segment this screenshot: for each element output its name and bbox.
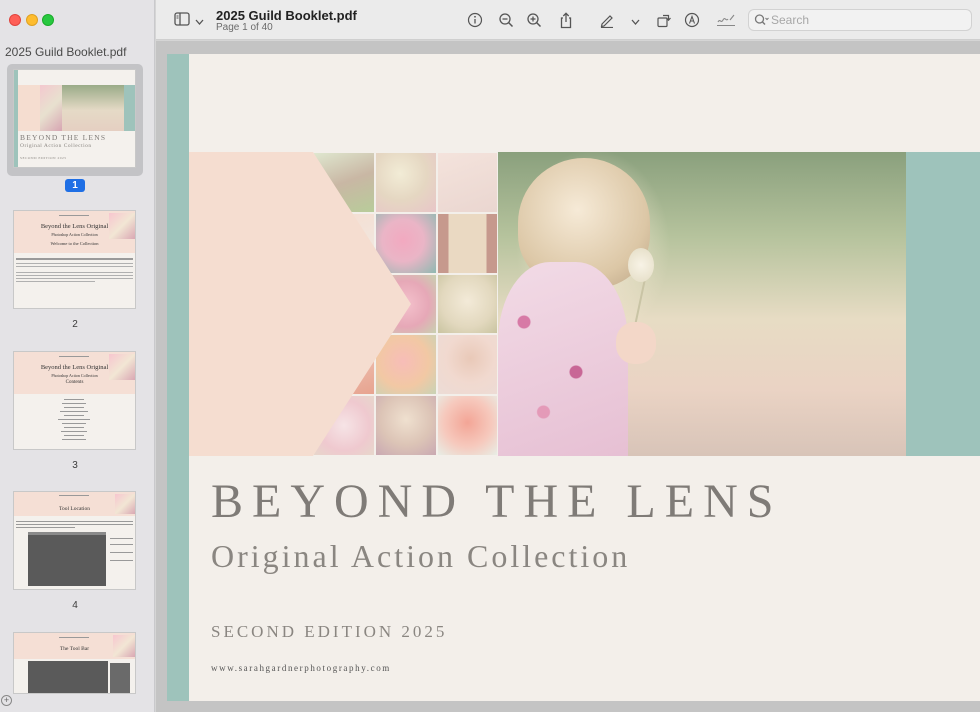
thumb-text-line (110, 552, 133, 553)
thumb-toc-line (64, 427, 84, 428)
thumb-subtitle: Photoshop Action Collection (51, 373, 98, 378)
thumbnail-page-number: 4 (72, 600, 78, 611)
thumb-teal-block (124, 85, 135, 131)
add-page-icon[interactable]: + (1, 695, 12, 706)
thumb-text-line (16, 527, 75, 528)
thumb-text-line (110, 544, 133, 545)
thumb-toc-line (62, 439, 86, 440)
minimize-window-button[interactable] (26, 14, 38, 26)
photo-flower-head (628, 248, 654, 282)
thumb-title: BEYOND THE LENS (20, 133, 107, 142)
thumb-rule (59, 356, 89, 357)
mosaic-tile (437, 334, 498, 396)
thumb-text-line (16, 278, 133, 279)
thumb-text-line (16, 258, 133, 260)
thumb-toc-line (58, 419, 90, 420)
thumb-heading: Welcome to the Collection (50, 241, 99, 246)
thumbnail-sidebar: 2025 Guild Booklet.pdf BEYOND THE LENS O… (0, 0, 155, 712)
thumb-edition: SECOND EDITION 2025 (20, 156, 67, 160)
cover-edition: SECOND EDITION 2025 (211, 622, 448, 641)
zoom-in-icon[interactable] (526, 12, 542, 28)
thumbnail-page-2[interactable]: Beyond the Lens Original Photoshop Actio… (14, 211, 135, 308)
thumbnail-page-1[interactable]: BEYOND THE LENS Original Action Collecti… (14, 70, 135, 167)
thumb-toc-line (62, 403, 86, 404)
thumb-toc-line (62, 423, 86, 424)
mosaic-tile (437, 212, 498, 274)
thumb-text-line (16, 281, 95, 282)
thumb-toc-line (61, 431, 87, 432)
thumb-screenshot (28, 534, 106, 586)
photo-girl-hand (616, 322, 656, 364)
photo-girl-dress (498, 262, 628, 456)
sidebar-document-title: 2025 Guild Booklet.pdf (5, 45, 127, 59)
thumbnail-page-5[interactable]: The Tool Bar (14, 633, 135, 693)
thumb-rule (59, 215, 89, 216)
mosaic-tile (437, 152, 498, 213)
teal-margin-strip (167, 54, 189, 701)
thumb-title: Beyond the Lens Original (40, 364, 109, 371)
thumb-text-line (16, 524, 133, 525)
thumb-title: Beyond the Lens Original (40, 223, 109, 230)
thumb-text-line (16, 263, 133, 264)
thumb-heading: Tool Location (59, 506, 90, 512)
thumb-subtitle: Original Action Collection (20, 143, 92, 149)
thumbnail-page-4[interactable]: Tool Location (14, 492, 135, 589)
thumb-text-line (16, 521, 133, 522)
close-window-button[interactable] (9, 14, 21, 26)
markup-icon[interactable] (684, 12, 700, 28)
thumb-text-line (110, 538, 133, 539)
thumb-text-line (16, 266, 133, 267)
blush-panel (189, 152, 313, 456)
thumb-toc-line (64, 435, 84, 436)
rotate-icon[interactable] (656, 12, 672, 28)
thumb-screenshot (28, 661, 108, 693)
thumb-text-line (16, 272, 133, 273)
thumbnail-page-number: 2 (72, 319, 78, 330)
toolbar: 2025 Guild Booklet.pdf Page 1 of 40 (156, 0, 980, 40)
cover-website: www.sarahgardnerphotography.com (211, 663, 391, 673)
thumb-screenshot-bar (28, 532, 106, 535)
thumb-toc-line (60, 411, 88, 412)
thumb-heading: The Tool Bar (59, 646, 90, 652)
thumb-rule (59, 637, 89, 638)
highlight-pen-icon[interactable] (599, 12, 615, 29)
sign-icon[interactable] (716, 12, 736, 28)
share-icon[interactable] (558, 12, 574, 29)
teal-accent-block (906, 152, 980, 456)
thumb-toc-line (64, 407, 84, 408)
thumb-photo (62, 85, 124, 131)
chevron-down-icon[interactable] (630, 12, 640, 28)
thumb-screenshot-panel (110, 663, 130, 693)
cover-photo-girl-with-flowers (498, 152, 906, 456)
chevron-down-icon[interactable] (194, 12, 204, 28)
thumb-mosaic (40, 85, 62, 131)
cover-title: BEYOND THE LENS (211, 475, 783, 528)
document-title: 2025 Guild Booklet.pdf (216, 8, 357, 23)
sidebar-toggle-icon[interactable] (174, 12, 190, 28)
search-input[interactable] (771, 12, 966, 28)
mosaic-tile (437, 273, 498, 335)
fullscreen-window-button[interactable] (42, 14, 54, 26)
thumbnail-page-number: 3 (72, 460, 78, 471)
mosaic-tile (437, 395, 498, 456)
search-icon (754, 13, 770, 32)
thumb-rule (59, 495, 89, 496)
cover-subtitle: Original Action Collection (211, 538, 631, 574)
thumb-subtitle: Photoshop Action Collection (51, 232, 98, 237)
thumb-toc-line (64, 399, 84, 400)
thumb-text-line (16, 275, 133, 276)
document-view[interactable]: BEYOND THE LENS Original Action Collecti… (156, 41, 980, 712)
search-field[interactable] (748, 9, 972, 31)
thumb-heading: Contents (65, 380, 84, 385)
page-indicator: Page 1 of 40 (216, 22, 273, 33)
thumbnail-page-number: 1 (65, 179, 85, 192)
chevron-shape (313, 152, 411, 456)
thumb-text-line (110, 560, 133, 561)
thumbnail-page-3[interactable]: Beyond the Lens Original Photoshop Actio… (14, 352, 135, 449)
pdf-page-1: BEYOND THE LENS Original Action Collecti… (167, 54, 980, 701)
thumb-toc-line (64, 415, 84, 416)
zoom-out-icon[interactable] (498, 12, 514, 28)
info-icon[interactable] (467, 12, 483, 28)
thumb-pink-band (18, 85, 40, 131)
